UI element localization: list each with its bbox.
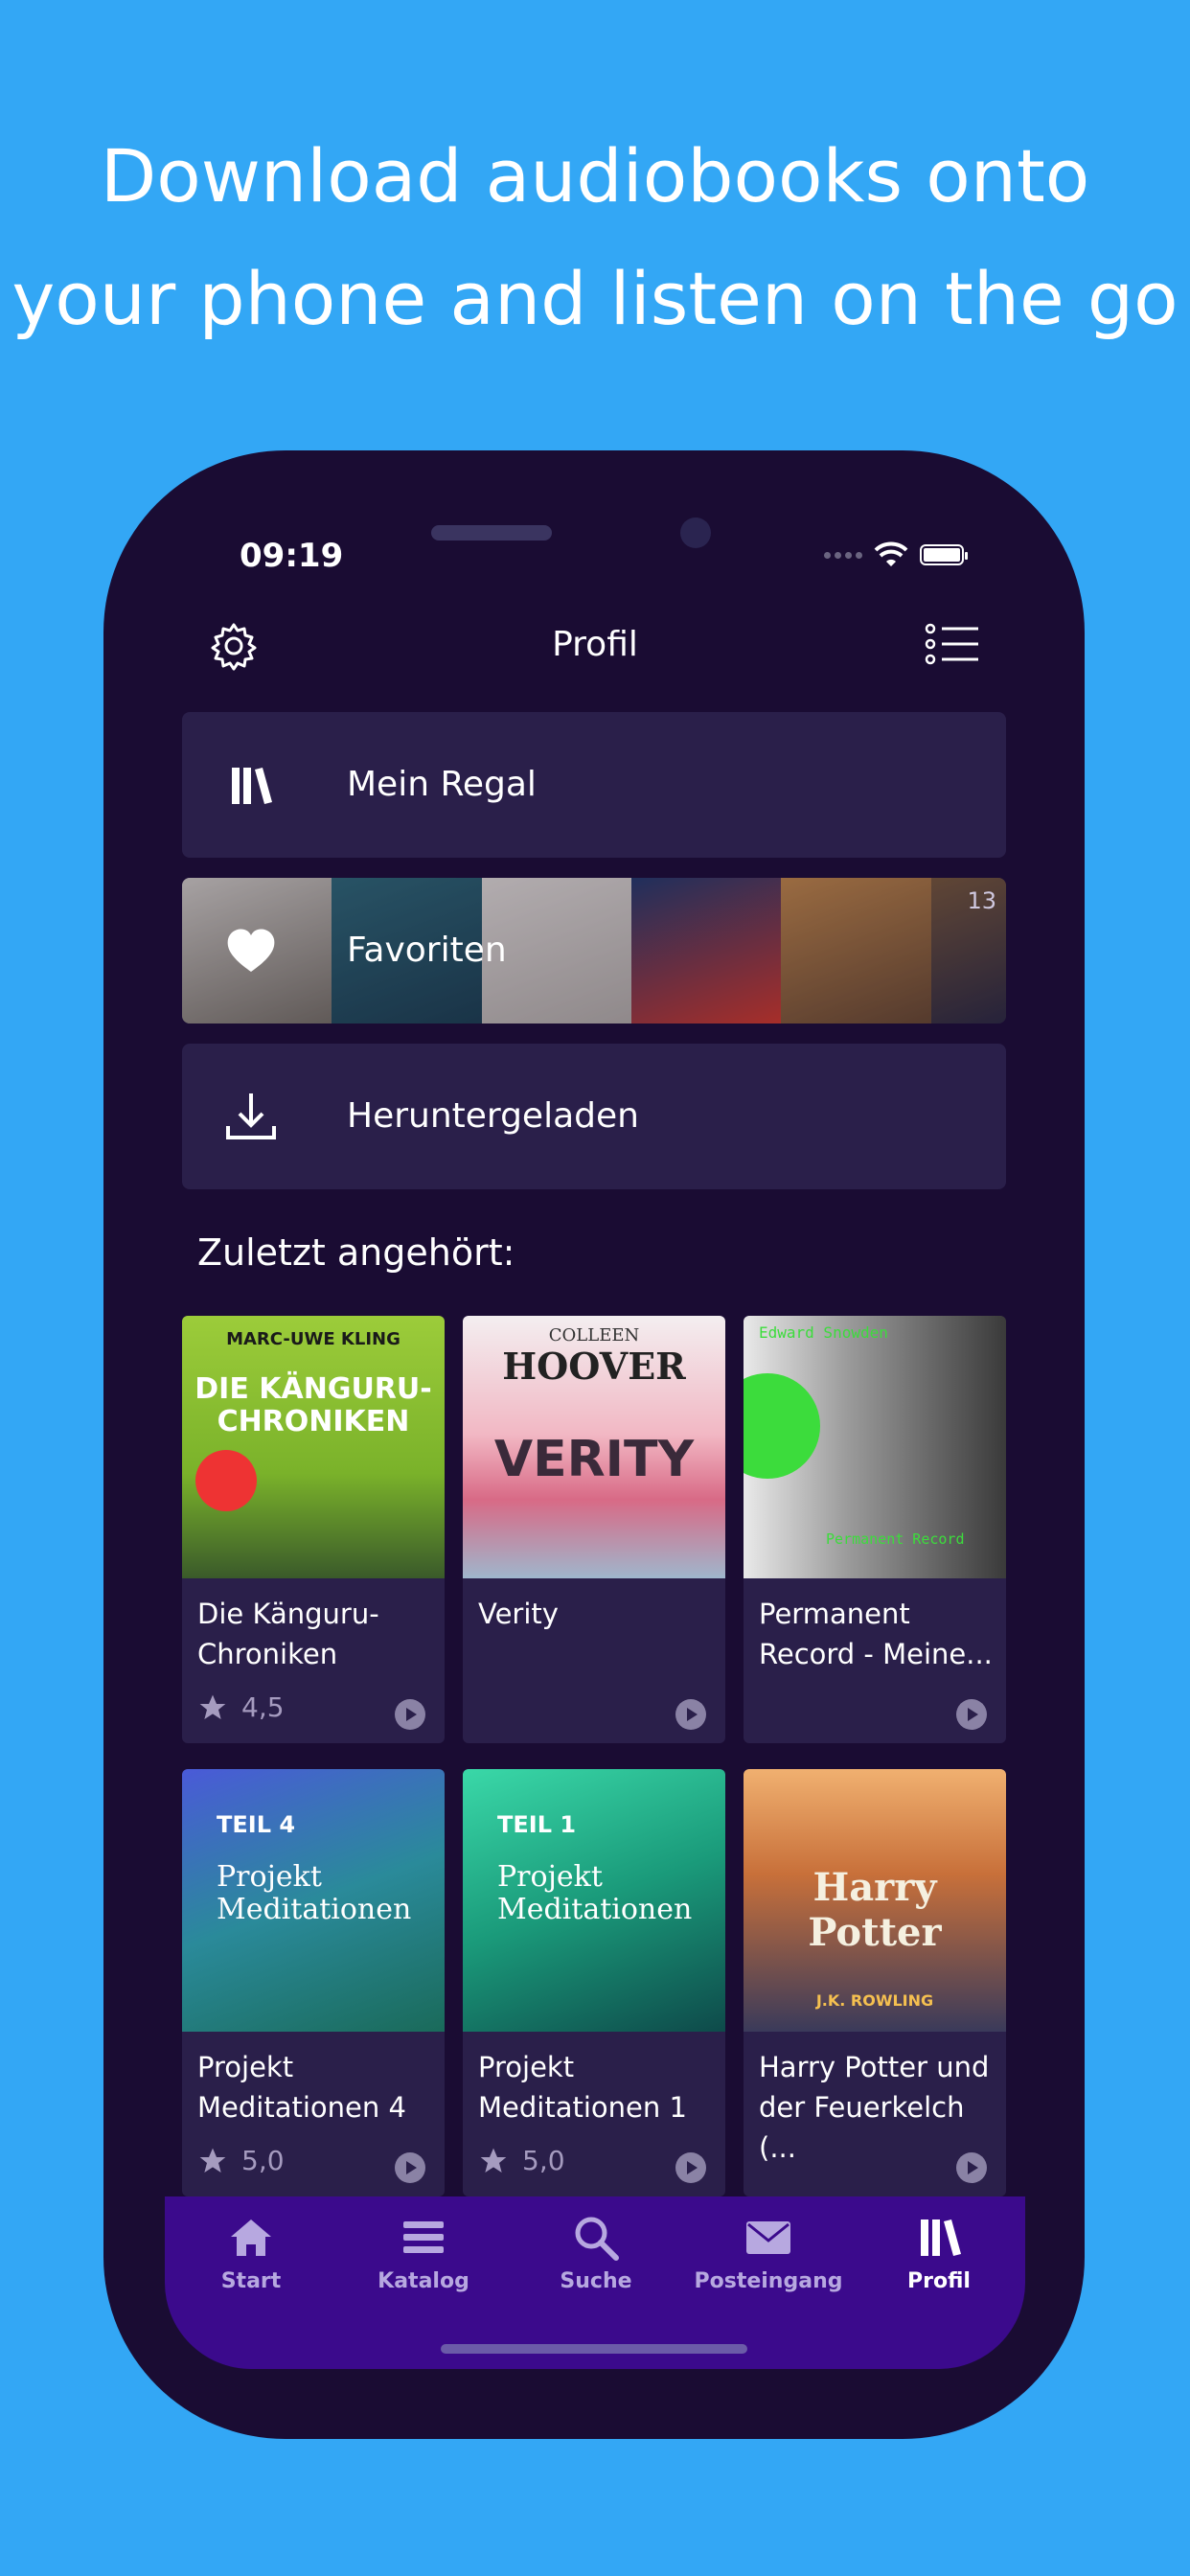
cover-title: Harry Potter xyxy=(808,1865,942,1955)
favorites-count: 13 xyxy=(967,887,996,914)
download-icon xyxy=(226,1093,276,1139)
tab-label: Posteingang xyxy=(694,2269,843,2293)
book-card-kaenguru[interactable]: MARC-UWE KLING DIE KÄNGURU-CHRONIKEN Die… xyxy=(182,1316,445,1743)
tab-profil[interactable]: Profil xyxy=(853,2196,1025,2302)
tab-label: Start xyxy=(220,2269,282,2293)
book-rating: 4,5 xyxy=(197,1691,285,1723)
cover-part: TEIL 4 xyxy=(217,1811,296,1838)
heart-icon xyxy=(227,929,275,972)
book-card-meditationen-4[interactable]: TEIL 4 Projekt Meditationen Projekt Medi… xyxy=(182,1769,445,2196)
play-icon[interactable] xyxy=(395,2152,425,2183)
book-cover: Edward Snowden Permanent Record xyxy=(744,1316,1006,1578)
promo-headline: Download audiobooks onto your phone and … xyxy=(0,115,1190,360)
catalog-icon xyxy=(403,2221,444,2253)
book-title: Projekt Meditationen 1 xyxy=(478,2051,687,2124)
cover-title: Projekt Meditationen xyxy=(497,1860,693,1926)
shelf-icon xyxy=(232,768,272,804)
rating-value: 4,5 xyxy=(241,1691,285,1723)
phone-speaker xyxy=(431,525,552,540)
play-icon[interactable] xyxy=(395,1699,425,1730)
book-rating: 5,0 xyxy=(478,2145,565,2176)
tab-posteingang[interactable]: Posteingang xyxy=(682,2196,855,2302)
status-time: 09:19 xyxy=(240,537,344,575)
cover-title: Projekt Meditationen xyxy=(217,1860,412,1926)
tab-katalog[interactable]: Katalog xyxy=(337,2196,510,2302)
tab-start[interactable]: Start xyxy=(165,2196,337,2302)
play-icon[interactable] xyxy=(675,2152,706,2183)
signal-icon xyxy=(824,551,862,559)
cover-title: DIE KÄNGURU-CHRONIKEN xyxy=(195,1372,432,1438)
promo-headline-line1: Download audiobooks onto xyxy=(100,133,1090,218)
cover-author: Edward Snowden xyxy=(759,1323,888,1342)
tab-label: Katalog xyxy=(378,2269,469,2293)
book-cover: MARC-UWE KLING DIE KÄNGURU-CHRONIKEN xyxy=(182,1316,445,1578)
book-rating: 5,0 xyxy=(197,2145,285,2176)
rating-value: 5,0 xyxy=(522,2145,565,2176)
cover-author-surname: HOOVER xyxy=(502,1345,686,1388)
status-icons xyxy=(824,541,968,568)
mail-icon xyxy=(746,2221,790,2254)
section-title: Zuletzt angehört: xyxy=(197,1231,515,1274)
book-title: Die Känguru-Chroniken xyxy=(197,1598,379,1670)
play-icon[interactable] xyxy=(956,2152,987,2183)
phone-camera xyxy=(680,518,711,548)
tab-suche[interactable]: Suche xyxy=(510,2196,682,2302)
book-title: Verity xyxy=(478,1598,559,1630)
promo-headline-line2: your phone and listen on the go xyxy=(11,256,1179,341)
menu-row-label: Favoriten xyxy=(347,931,507,970)
page-title: Profil xyxy=(552,625,638,664)
book-cover: TEIL 4 Projekt Meditationen xyxy=(182,1769,445,2032)
book-cover: COLLEEN HOOVER VERITY xyxy=(463,1316,725,1578)
play-icon[interactable] xyxy=(675,1699,706,1730)
menu-row-label: Mein Regal xyxy=(347,765,537,804)
book-card-meditationen-1[interactable]: TEIL 1 Projekt Meditationen Projekt Medi… xyxy=(463,1769,725,2196)
search-icon xyxy=(575,2217,619,2261)
cover-author: MARC-UWE KLING xyxy=(226,1329,400,1349)
menu-row-mein-regal[interactable]: Mein Regal xyxy=(182,712,1006,858)
cover-title: Permanent Record xyxy=(826,1530,965,1548)
favorites-cover-strip xyxy=(182,878,1006,1024)
menu-row-heruntergeladen[interactable]: Heruntergeladen xyxy=(182,1044,1006,1189)
menu-row-favoriten[interactable]: 13 Favoriten xyxy=(182,878,1006,1024)
tab-label: Profil xyxy=(907,2269,971,2293)
book-title: Permanent Record - Meine... xyxy=(759,1598,993,1670)
cover-title: VERITY xyxy=(493,1431,695,1488)
play-icon[interactable] xyxy=(956,1699,987,1730)
cover-part: TEIL 1 xyxy=(497,1811,577,1838)
wifi-icon xyxy=(874,541,908,566)
battery-icon xyxy=(920,544,968,565)
home-icon xyxy=(231,2220,271,2256)
cover-author: J.K. ROWLING xyxy=(815,1991,934,2010)
shelf-icon xyxy=(921,2220,961,2256)
cover-author: COLLEEN xyxy=(548,1325,640,1346)
book-title: Projekt Meditationen 4 xyxy=(197,2051,406,2124)
book-card-permanent-record[interactable]: Edward Snowden Permanent Record Permanen… xyxy=(744,1316,1006,1743)
book-cover: Harry Potter J.K. ROWLING xyxy=(744,1769,1006,2032)
home-indicator[interactable] xyxy=(441,2344,747,2354)
book-title: Harry Potter und der Feuerkelch (... xyxy=(759,2051,990,2164)
star-icon xyxy=(199,1694,226,1719)
book-card-harry-potter[interactable]: Harry Potter J.K. ROWLING Harry Potter u… xyxy=(744,1769,1006,2196)
star-icon xyxy=(480,2148,507,2173)
star-icon xyxy=(199,2148,226,2173)
rating-value: 5,0 xyxy=(241,2145,285,2176)
book-card-verity[interactable]: COLLEEN HOOVER VERITY Verity xyxy=(463,1316,725,1743)
list-menu-icon[interactable] xyxy=(925,621,980,667)
tab-label: Suche xyxy=(560,2269,632,2293)
book-cover: TEIL 1 Projekt Meditationen xyxy=(463,1769,725,2032)
tab-bar: Start Katalog Suche Posteingang Profil xyxy=(165,2196,1025,2369)
menu-row-label: Heruntergeladen xyxy=(347,1096,639,1136)
